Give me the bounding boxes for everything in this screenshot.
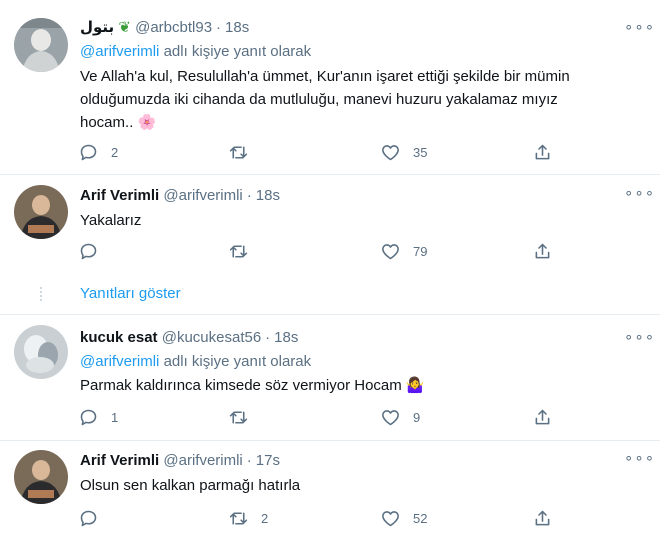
- tweet-2[interactable]: Arif Verimli @arifverimli · 18s ∘∘∘ Yakala…: [0, 175, 660, 270]
- tweet-text: Yakalarız: [80, 212, 142, 229]
- avatar[interactable]: [14, 450, 68, 504]
- tweet-header: Arif Verimli @arifverimli · 17s: [80, 451, 280, 471]
- tweet-header: بتول ❦ @arbcbtl93 · 18s: [80, 18, 249, 38]
- separator-dot: ·: [246, 187, 252, 204]
- tweet-1[interactable]: بتول ❦ @arbcbtl93 · 18s ∘∘∘ @arifverimli a…: [0, 0, 660, 175]
- more-options-icon[interactable]: ∘∘∘: [624, 330, 654, 350]
- tweet-header: Arif Verimli @arifverimli · 18s: [80, 186, 280, 206]
- speech-bubble-icon: [80, 409, 97, 425]
- reply-context: @arifverimli adlı kişiye yanıt olarak: [80, 352, 311, 372]
- retweet-button[interactable]: [228, 140, 261, 164]
- leaf-emoji-icon: ❦: [118, 19, 131, 36]
- retweet-button[interactable]: [228, 405, 261, 429]
- share-upload-icon: [535, 243, 550, 258]
- display-name[interactable]: kucuk esat: [80, 329, 158, 346]
- tweet-actions: 2 35: [78, 140, 598, 164]
- like-button[interactable]: 79: [380, 239, 427, 263]
- user-handle[interactable]: @arifverimli: [163, 452, 242, 469]
- heart-icon: [382, 510, 399, 526]
- retweet-button[interactable]: 2: [228, 506, 268, 530]
- share-upload-icon: [535, 144, 550, 159]
- reply-button[interactable]: 1: [78, 405, 118, 429]
- retweet-arrows-icon: [229, 410, 248, 424]
- heart-icon: [382, 144, 399, 160]
- reply-button[interactable]: 2: [78, 140, 118, 164]
- retweet-arrows-icon: [229, 145, 248, 159]
- tweet-actions: 79: [78, 239, 598, 263]
- heart-icon: [382, 243, 399, 259]
- speech-bubble-icon: [80, 243, 97, 259]
- tweet-4[interactable]: Arif Verimli @arifverimli · 17s ∘∘∘ Olsun …: [0, 441, 660, 541]
- reply-mention-link[interactable]: @arifverimli: [80, 43, 159, 60]
- show-replies-link[interactable]: Yanıtları göster: [80, 285, 181, 302]
- reply-context-text: adlı kişiye yanıt olarak: [159, 43, 312, 60]
- timestamp[interactable]: 17s: [256, 452, 280, 469]
- speech-bubble-icon: [80, 510, 97, 526]
- speech-bubble-icon: [80, 144, 97, 160]
- more-options-icon[interactable]: ∘∘∘: [624, 20, 654, 40]
- tweet-actions: 2 52: [78, 506, 598, 530]
- user-handle[interactable]: @arbcbtl93: [135, 19, 212, 36]
- like-count: 52: [413, 510, 428, 526]
- retweet-count: 2: [261, 510, 269, 526]
- avatar[interactable]: [14, 18, 68, 72]
- reply-button[interactable]: [78, 506, 111, 530]
- retweet-arrows-icon: [229, 511, 248, 525]
- separator-dot: ·: [265, 329, 271, 346]
- tweet-text: Parmak kaldırınca kimsede söz vermiyor H…: [80, 377, 425, 394]
- user-handle[interactable]: @kucukesat56: [162, 329, 261, 346]
- avatar[interactable]: [14, 185, 68, 239]
- display-name[interactable]: Arif Verimli: [80, 187, 159, 204]
- separator-dot: ·: [216, 19, 222, 36]
- like-count: 9: [413, 409, 421, 425]
- more-options-icon[interactable]: ∘∘∘: [624, 451, 654, 471]
- retweet-button[interactable]: [228, 239, 261, 263]
- tweet-text: Olsun sen kalkan parmağı hatırla: [80, 477, 301, 494]
- share-button[interactable]: [532, 405, 553, 429]
- timestamp[interactable]: 18s: [225, 19, 249, 36]
- reply-count: 1: [111, 409, 119, 425]
- more-options-icon[interactable]: ∘∘∘: [624, 186, 654, 206]
- reply-count: 2: [111, 144, 119, 160]
- timestamp[interactable]: 18s: [274, 329, 298, 346]
- like-button[interactable]: 35: [380, 140, 427, 164]
- like-button[interactable]: 9: [380, 405, 420, 429]
- reply-button[interactable]: [78, 239, 111, 263]
- retweet-arrows-icon: [229, 244, 248, 258]
- share-upload-icon: [535, 409, 550, 424]
- avatar[interactable]: [14, 325, 68, 379]
- separator-dot: ·: [246, 452, 252, 469]
- user-handle[interactable]: @arifverimli: [163, 187, 242, 204]
- share-upload-icon: [535, 510, 550, 525]
- reply-context-text: adlı kişiye yanıt olarak: [159, 353, 312, 370]
- share-button[interactable]: [532, 239, 553, 263]
- reply-mention-link[interactable]: @arifverimli: [80, 353, 159, 370]
- share-button[interactable]: [532, 506, 553, 530]
- tweet-actions: 1 9: [78, 405, 598, 429]
- like-button[interactable]: 52: [380, 506, 427, 530]
- thread-connector: [40, 287, 42, 301]
- share-button[interactable]: [532, 140, 553, 164]
- tweet-3[interactable]: kucuk esat @kucukesat56 · 18s ∘∘∘ @arifver…: [0, 315, 660, 440]
- like-count: 79: [413, 243, 428, 259]
- like-count: 35: [413, 144, 428, 160]
- display-name[interactable]: بتول: [80, 19, 114, 36]
- reply-context: @arifverimli adlı kişiye yanıt olarak: [80, 42, 311, 62]
- tweet-header: kucuk esat @kucukesat56 · 18s: [80, 328, 298, 348]
- heart-icon: [382, 409, 399, 425]
- tweet-text: Ve Allah'a kul, Resulullah'a ümmet, Kur'…: [80, 68, 570, 131]
- display-name[interactable]: Arif Verimli: [80, 452, 159, 469]
- timestamp[interactable]: 18s: [256, 187, 280, 204]
